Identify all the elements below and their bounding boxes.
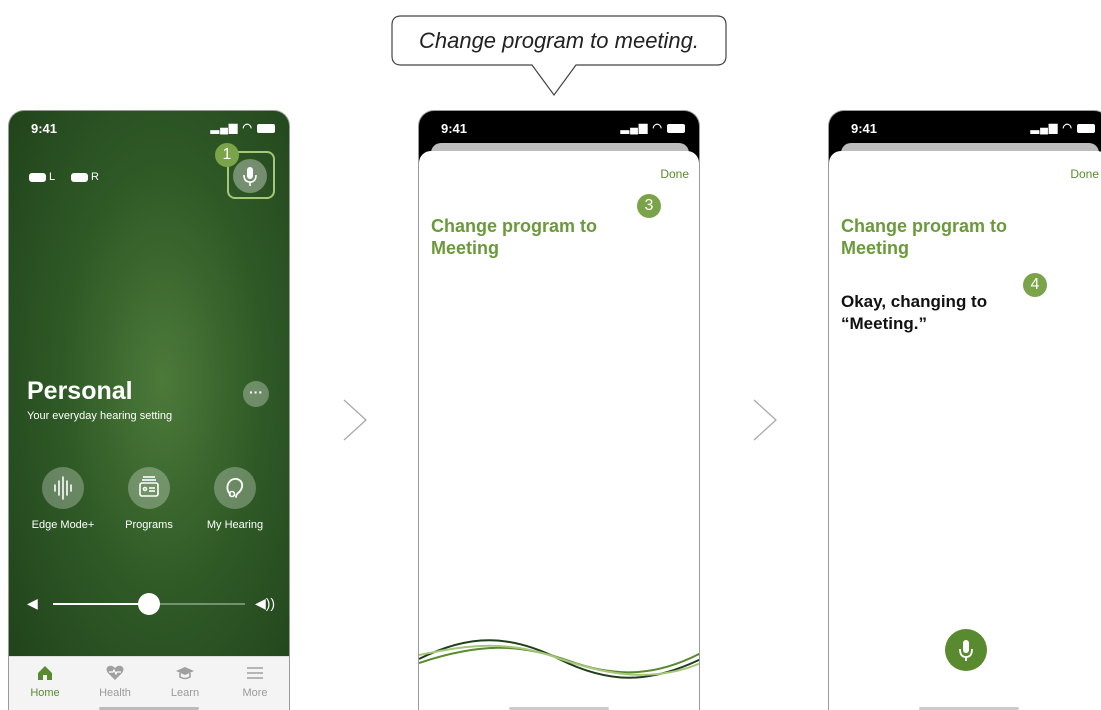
speech-bubble: Change program to meeting. [391, 15, 727, 97]
tab-home-label: Home [30, 687, 60, 699]
microphone-icon [243, 167, 257, 186]
status-icons: ▂▄▆ ◠ [211, 121, 275, 134]
phone-home-screen: 9:41 ▂▄▆ ◠ L R 1 Personal Your everyday … [8, 110, 290, 710]
tab-learn[interactable]: Learn [155, 663, 215, 699]
left-hearing-aid-battery: L [29, 171, 55, 183]
health-icon [85, 663, 145, 683]
battery-icon [667, 123, 685, 133]
microphone-button[interactable] [945, 629, 987, 671]
edge-mode-label: Edge Mode+ [31, 519, 95, 531]
my-hearing-button[interactable]: My Hearing [195, 467, 275, 531]
edge-mode-button[interactable]: Edge Mode+ [23, 467, 103, 531]
programs-icon [128, 467, 170, 509]
tab-home[interactable]: Home [15, 663, 75, 699]
status-bar: 9:41 ▂▄▆ ◠ [829, 111, 1101, 141]
tab-more-label: More [242, 687, 268, 699]
status-bar: 9:41 ▂▄▆ ◠ [9, 111, 289, 141]
done-button[interactable]: Done [1070, 167, 1099, 181]
tab-health-label: Health [99, 687, 131, 699]
status-time: 9:41 [851, 121, 878, 136]
tab-health[interactable]: Health [85, 663, 145, 699]
chevron-right-icon [343, 399, 367, 441]
battery-icon [257, 123, 275, 133]
learn-icon [155, 663, 215, 683]
tab-learn-label: Learn [170, 687, 200, 699]
status-icons: ▂▄▆ ◠ [621, 121, 685, 134]
microphone-icon [959, 640, 973, 661]
volume-slider-thumb[interactable] [138, 593, 160, 615]
volume-high-icon: ◀)) [255, 595, 276, 611]
phone-listening-screen: 9:41 ▂▄▆ ◠ Done 3 Change program to Meet… [418, 110, 700, 710]
chevron-right-icon [753, 399, 777, 441]
step-badge-1: 1 [215, 143, 239, 167]
status-bar: 9:41 ▂▄▆ ◠ [419, 111, 699, 141]
step-badge-4: 4 [1023, 273, 1047, 297]
status-time: 9:41 [441, 121, 468, 136]
my-hearing-icon [214, 467, 256, 509]
volume-low-icon: ◀ [27, 595, 38, 611]
my-hearing-label: My Hearing [206, 519, 264, 531]
home-icon [15, 663, 75, 683]
volume-slider-fill [53, 603, 149, 605]
done-button[interactable]: Done [660, 167, 689, 181]
phone-response-screen: 9:41 ▂▄▆ ◠ Done Change program to Meetin… [828, 110, 1101, 710]
voice-assistant-button[interactable] [233, 159, 267, 193]
step-badge-3: 3 [637, 194, 661, 218]
battery-right-icon [71, 172, 88, 182]
status-icons: ▂▄▆ ◠ [1031, 121, 1095, 134]
voice-waveform [419, 639, 699, 679]
voice-assistant-sheet: Done 3 Change program to Meeting [419, 151, 699, 710]
volume-slider[interactable] [53, 593, 245, 615]
battery-icon [1077, 123, 1095, 133]
voice-assistant-sheet: Done Change program to Meeting 4 Okay, c… [829, 151, 1101, 710]
edge-mode-icon [42, 467, 84, 509]
voice-query-text: Change program to Meeting [841, 216, 1008, 258]
right-hearing-aid-battery: R [71, 171, 99, 183]
program-subtitle: Your everyday hearing setting [27, 410, 173, 422]
menu-icon [225, 663, 285, 683]
programs-label: Programs [125, 519, 173, 531]
program-title: Personal [27, 377, 133, 405]
tab-more[interactable]: More [225, 663, 285, 699]
program-options-button[interactable]: ··· [243, 381, 269, 407]
battery-left-icon [29, 172, 46, 182]
voice-query-text: Change program to Meeting [431, 216, 598, 258]
status-time: 9:41 [31, 121, 58, 136]
programs-button[interactable]: Programs [109, 467, 189, 531]
speech-bubble-text: Change program to meeting. [418, 28, 700, 53]
tab-bar: Home Health Learn More [9, 656, 289, 710]
assistant-reply-text: Okay, changing to “Meeting.” [841, 292, 988, 333]
